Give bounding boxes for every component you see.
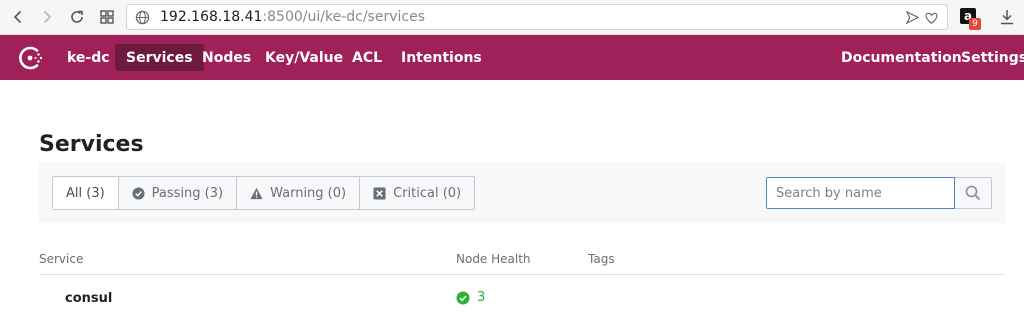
passing-count: 3 — [477, 290, 486, 305]
download-icon[interactable] — [999, 8, 1015, 26]
passing-check-icon — [456, 291, 470, 304]
page-title: Services — [39, 132, 144, 157]
filter-warning[interactable]: Warning (0) — [236, 177, 359, 209]
filter-all-label: All (3) — [66, 185, 105, 201]
consul-logo-icon[interactable] — [17, 44, 45, 72]
column-header-node-health[interactable]: Node Health — [456, 252, 531, 266]
send-icon[interactable] — [905, 10, 920, 25]
service-name-link[interactable]: consul — [65, 291, 112, 306]
filter-passing[interactable]: Passing (3) — [117, 177, 236, 209]
column-header-service[interactable]: Service — [39, 252, 83, 266]
heart-icon[interactable] — [924, 10, 939, 25]
x-square-icon — [373, 186, 386, 200]
globe-icon — [135, 10, 150, 25]
back-button[interactable] — [7, 6, 29, 28]
speed-dial-button[interactable] — [96, 6, 118, 28]
chevron-left-icon — [13, 10, 22, 24]
column-header-tags[interactable]: Tags — [588, 252, 615, 266]
health-filter-group: All (3) Passing (3) Warning (0) Critical… — [52, 176, 476, 210]
filter-all[interactable]: All (3) — [53, 177, 118, 209]
address-bar[interactable]: 192.168.18.41:8500/ui/ke-dc/services — [126, 4, 948, 30]
nav-nodes[interactable]: Nodes — [191, 44, 262, 71]
filter-critical[interactable]: Critical (0) — [359, 177, 474, 209]
node-health-cell: 3 — [456, 290, 485, 305]
table-divider — [39, 274, 1005, 275]
filter-warning-label: Warning (0) — [270, 185, 347, 201]
search-input[interactable] — [766, 177, 955, 209]
warning-triangle-icon — [250, 187, 263, 199]
filter-passing-label: Passing (3) — [151, 185, 224, 201]
url-path: :8500/ui/ke-dc/services — [262, 9, 425, 25]
url-text: 192.168.18.41:8500/ui/ke-dc/services — [160, 8, 425, 26]
reload-button[interactable] — [66, 6, 88, 28]
datacenter-selector[interactable]: ke-dc — [56, 44, 121, 71]
nav-key-value[interactable]: Key/Value — [254, 44, 354, 71]
search-button[interactable] — [955, 177, 992, 209]
forward-button[interactable] — [36, 6, 58, 28]
browser-toolbar: 192.168.18.41:8500/ui/ke-dc/services a 9 — [0, 0, 1024, 35]
search-icon — [965, 185, 981, 201]
reload-icon — [71, 10, 83, 23]
extension-badge: 9 — [969, 18, 981, 30]
nav-settings[interactable]: Settings — [950, 44, 1024, 71]
chevron-right-icon — [43, 10, 52, 24]
grid-icon — [100, 10, 114, 24]
nav-acl[interactable]: ACL — [341, 44, 393, 71]
url-host: 192.168.18.41 — [160, 9, 263, 25]
check-circle-icon — [132, 186, 145, 200]
app-header: ke-dc Services Nodes Key/Value ACL Inten… — [0, 35, 1024, 80]
filter-bar: All (3) Passing (3) Warning (0) Critical… — [39, 162, 1005, 223]
nav-intentions[interactable]: Intentions — [390, 44, 493, 71]
filter-critical-label: Critical (0) — [393, 185, 462, 201]
